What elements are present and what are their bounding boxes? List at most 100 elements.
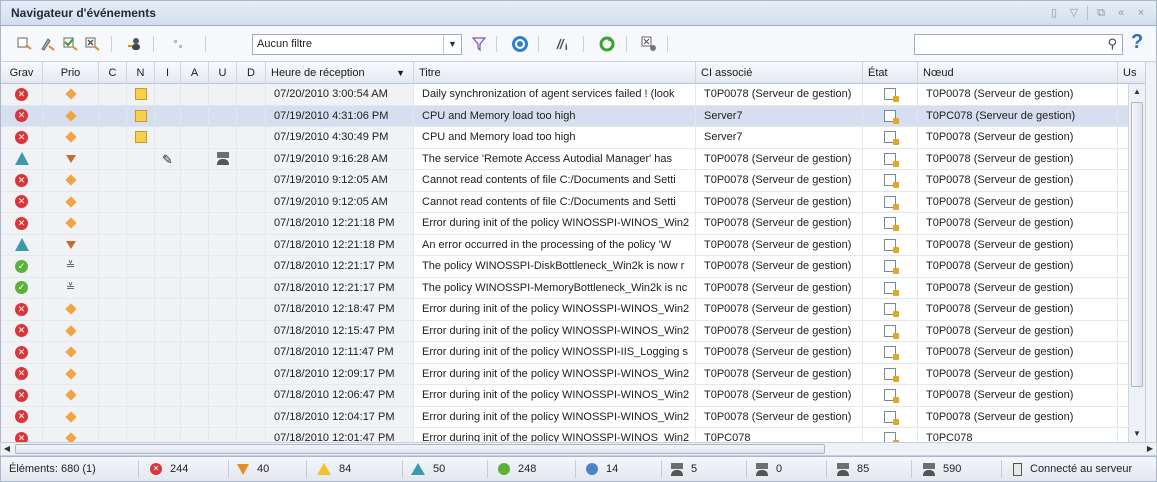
table-row[interactable]: ✕ 07/19/2010 4:31:06 PM CPU and Memory loa…	[1, 105, 1145, 127]
col-header-severity[interactable]: Grav	[1, 62, 43, 84]
scroll-right-icon[interactable]: ▶	[1144, 443, 1156, 455]
status-major[interactable]: 40	[237, 457, 269, 481]
cell-user	[209, 428, 237, 442]
detach-icon[interactable]: ⧉	[1094, 6, 1108, 20]
window-controls: ▯ ▽ ⧉ « ×	[1047, 6, 1148, 20]
filter-info-icon[interactable]: i	[553, 35, 573, 53]
grid-settings-icon[interactable]	[639, 35, 659, 53]
cell-time: 07/19/2010 9:16:28 AM	[266, 148, 414, 170]
cell-user	[209, 256, 237, 277]
cell-severity: ✕	[1, 84, 43, 105]
document-icon[interactable]: ▯	[1047, 6, 1061, 20]
separator	[496, 36, 497, 52]
scroll-left-icon[interactable]: ◀	[1, 443, 13, 455]
col-header-user[interactable]: Us	[1118, 62, 1145, 84]
cell-priority	[43, 406, 99, 428]
cell-time: 07/18/2010 12:04:17 PM	[266, 406, 414, 428]
table-row[interactable]: ✕ 07/18/2010 12:15:47 PM Error during init…	[1, 320, 1145, 342]
svg-text:i: i	[565, 42, 568, 51]
col-header-d[interactable]: D	[237, 62, 266, 84]
scroll-down-icon[interactable]: ▼	[1129, 426, 1145, 442]
assign-user-icon[interactable]	[125, 35, 145, 53]
table-row[interactable]: 07/18/2010 12:21:18 PM An error occurred …	[1, 234, 1145, 256]
table-row[interactable]: ✕ 07/18/2010 12:11:47 PM Error during init…	[1, 342, 1145, 364]
table-row[interactable]: ✓ ≚ 07/18/2010 12:21:17 PM The policy WINOS…	[1, 277, 1145, 299]
cell-instruction	[155, 84, 181, 105]
table-row[interactable]: ✎ 07/19/2010 9:16:28 AM The service 'Remot…	[1, 148, 1145, 170]
table-row[interactable]: ✕ 07/18/2010 12:04:17 PM Error during init…	[1, 406, 1145, 428]
col-header-a[interactable]: A	[181, 62, 209, 84]
cell-priority	[43, 148, 99, 170]
scroll-thumb-horizontal[interactable]	[15, 444, 825, 454]
chevron-down-icon[interactable]: ▼	[443, 35, 461, 54]
table-row[interactable]: ✕ 07/18/2010 12:09:17 PM Error during init…	[1, 363, 1145, 385]
critical-icon: ✕	[15, 130, 28, 144]
scroll-up-icon[interactable]: ▲	[1129, 84, 1145, 100]
cell-user	[209, 105, 237, 127]
col-header-ci[interactable]: CI associé	[696, 62, 863, 84]
close-event-icon[interactable]	[61, 35, 81, 53]
critical-icon: ✕	[15, 173, 28, 187]
table-row[interactable]: ✕ 07/18/2010 12:01:47 PM Error during init…	[1, 428, 1145, 442]
state-open-icon	[884, 174, 899, 189]
search-input[interactable]: ⚲	[914, 34, 1123, 55]
col-header-n[interactable]: N	[127, 62, 155, 84]
refresh-icon[interactable]	[597, 35, 617, 53]
cell-severity: ✕	[1, 191, 43, 213]
cell-severity: ✕	[1, 385, 43, 406]
table-row[interactable]: ✕ 07/18/2010 12:06:47 PM Error during init…	[1, 385, 1145, 407]
col-header-u[interactable]: U	[209, 62, 237, 84]
close-icon[interactable]: ×	[1134, 6, 1148, 20]
filter-funnel-icon[interactable]	[469, 35, 489, 53]
filter-select[interactable]: Aucun filtre ▼	[252, 34, 462, 55]
disown-event-icon[interactable]	[38, 35, 58, 53]
col-header-title[interactable]: Titre	[414, 62, 696, 84]
status-critical[interactable]: ✕ 244	[150, 457, 188, 481]
status-assigned-me[interactable]: 5	[671, 457, 697, 481]
cell-a	[181, 299, 209, 320]
table-row[interactable]: ✕ 07/18/2010 12:21:18 PM Error during init…	[1, 213, 1145, 235]
status-assigned-other[interactable]: 0	[756, 457, 782, 481]
state-open-icon	[884, 217, 899, 232]
other-user-icon	[756, 462, 768, 476]
col-header-time[interactable]: Heure de réception ▼	[266, 62, 414, 84]
window-titlebar: Navigateur d'événements ▯ ▽ ⧉ « ×	[0, 0, 1157, 26]
priority-medium-icon	[64, 324, 77, 337]
cell-title: Error during init of the policy WINOSSPI…	[414, 363, 696, 385]
cell-title: Error during init of the policy WINOSSPI…	[414, 428, 696, 442]
status-warning[interactable]: 50	[411, 457, 445, 481]
table-row[interactable]: ✕ 07/19/2010 9:12:05 AM Cannot read conten…	[1, 191, 1145, 213]
table-row[interactable]: ✕ 07/20/2010 3:00:54 AM Daily synchronizat…	[1, 84, 1145, 106]
table-row[interactable]: ✕ 07/19/2010 4:30:49 PM CPU and Memory loa…	[1, 127, 1145, 149]
search-icon[interactable]: ⚲	[1107, 36, 1117, 52]
scroll-thumb[interactable]	[1131, 102, 1143, 387]
col-header-i[interactable]: I	[155, 62, 181, 84]
cell-state	[863, 277, 918, 299]
table-row[interactable]: ✓ ≚ 07/18/2010 12:21:17 PM The policy WINOS…	[1, 256, 1145, 278]
cell-time: 07/18/2010 12:09:17 PM	[266, 363, 414, 385]
col-header-state[interactable]: État	[863, 62, 918, 84]
configure-icon[interactable]	[510, 35, 530, 53]
cell-state	[863, 320, 918, 342]
status-normal[interactable]: 248	[498, 457, 536, 481]
status-unknown[interactable]: 14	[586, 457, 618, 481]
own-event-icon[interactable]	[15, 35, 35, 53]
status-minor[interactable]: 84	[317, 457, 351, 481]
separator	[111, 36, 112, 52]
reopen-event-icon[interactable]	[83, 35, 103, 53]
filter-icon[interactable]: ▽	[1067, 6, 1081, 20]
table-row[interactable]: ✕ 07/19/2010 9:12:05 AM Cannot read conten…	[1, 170, 1145, 192]
status-unassigned[interactable]: 590	[923, 457, 961, 481]
table-row[interactable]: ✕ 07/18/2010 12:18:47 PM Error during init…	[1, 299, 1145, 321]
related-events-icon[interactable]	[169, 35, 189, 53]
col-header-node[interactable]: Nœud	[918, 62, 1118, 84]
help-icon[interactable]: ?	[1131, 31, 1143, 54]
col-header-c[interactable]: C	[99, 62, 127, 84]
vertical-scrollbar[interactable]: ▲ ▼	[1128, 84, 1145, 442]
col-header-priority[interactable]: Prio	[43, 62, 99, 84]
element-count: Éléments: 680 (1)	[9, 463, 96, 475]
state-open-icon	[884, 260, 899, 275]
horizontal-scrollbar[interactable]: ◀ ▶	[0, 442, 1157, 456]
status-assigned-group[interactable]: 85	[837, 457, 869, 481]
collapse-icon[interactable]: «	[1114, 6, 1128, 20]
